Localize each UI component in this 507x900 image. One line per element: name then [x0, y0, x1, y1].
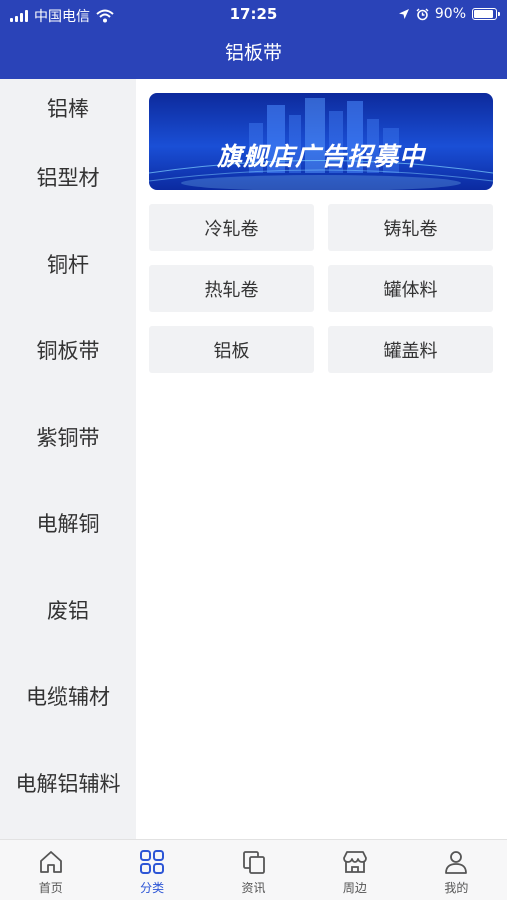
location-arrow-icon	[398, 9, 409, 19]
status-right: 90%	[398, 6, 500, 22]
tab-nearby[interactable]: 周边	[304, 840, 405, 900]
sidebar-item[interactable]: 电解铝辅料	[0, 740, 136, 827]
banner-text: 旗舰店广告招募中	[216, 142, 425, 171]
category-content: 旗舰店广告招募中 冷轧卷 铸轧卷 热轧卷 罐体料 铝板 罐盖料	[136, 79, 507, 839]
sidebar-item[interactable]: 废铝	[0, 567, 136, 654]
category-sidebar: 铝棒 铝型材 铜杆 铜板带 紫铜带 电解铜 废铝 电缆辅材 电解铝辅料	[0, 79, 136, 839]
subcategory-grid: 冷轧卷 铸轧卷 热轧卷 罐体料 铝板 罐盖料	[149, 204, 494, 373]
sidebar-item[interactable]: 铝棒	[0, 79, 136, 134]
sidebar-item[interactable]: 铝型材	[0, 134, 136, 221]
subcategory-item[interactable]: 罐盖料	[328, 326, 493, 373]
battery-percent: 90%	[434, 6, 466, 22]
news-icon	[242, 851, 265, 874]
tab-label: 我的	[444, 881, 469, 895]
sidebar-item[interactable]: 电缆辅材	[0, 653, 136, 740]
subcategory-item[interactable]: 罐体料	[328, 265, 493, 312]
ad-banner[interactable]: 旗舰店广告招募中	[149, 93, 493, 190]
user-icon	[445, 851, 468, 874]
tab-category[interactable]: 分类	[101, 840, 202, 900]
sidebar-item[interactable]: 电解铜	[0, 480, 136, 567]
tab-news[interactable]: 资讯	[203, 840, 304, 900]
tab-label: 资讯	[241, 881, 266, 895]
tab-label: 首页	[38, 881, 63, 895]
bottom-tab-bar: 首页 分类 资讯 周边 我的	[0, 839, 507, 900]
category-icon	[140, 850, 165, 874]
page-title: 铝板带	[224, 42, 282, 64]
home-icon	[39, 851, 62, 873]
subcategory-item[interactable]: 热轧卷	[149, 265, 314, 312]
tab-label: 分类	[140, 881, 165, 895]
sidebar-item[interactable]: 铜杆	[0, 221, 136, 308]
tab-label: 周边	[342, 881, 367, 895]
tab-mine[interactable]: 我的	[406, 840, 507, 900]
sidebar-item[interactable]: 铜板带	[0, 307, 136, 394]
subcategory-item[interactable]: 铝板	[149, 326, 314, 373]
alarm-icon	[416, 8, 429, 20]
tab-home[interactable]: 首页	[0, 840, 101, 900]
sidebar-item[interactable]: 紫铜带	[0, 394, 136, 481]
store-icon	[343, 851, 367, 873]
subcategory-item[interactable]: 冷轧卷	[149, 204, 314, 251]
status-bar: 中国电信 17:25 90%	[0, 0, 507, 28]
app-header: 中国电信 17:25 90% 铝板带	[0, 0, 507, 79]
battery-icon	[472, 8, 500, 20]
subcategory-item[interactable]: 铸轧卷	[328, 204, 493, 251]
